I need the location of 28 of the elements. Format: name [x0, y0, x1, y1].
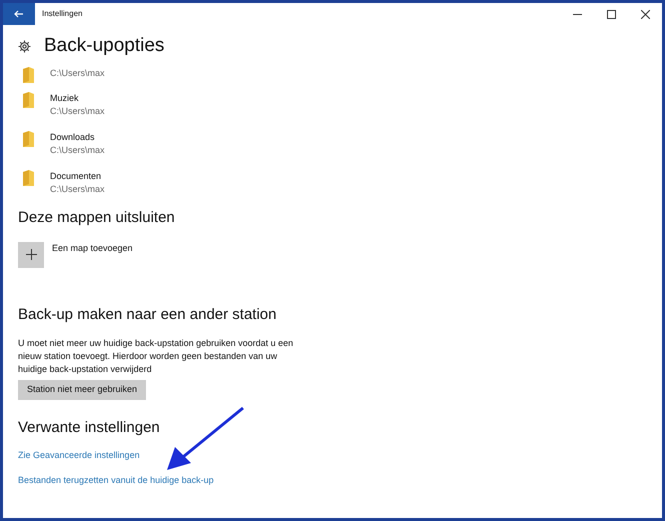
section-heading: Deze mappen uitsluiten	[18, 208, 176, 228]
page-title: Back-upopties	[44, 34, 164, 58]
folder-path: C:\Users\max	[50, 144, 105, 157]
back-button[interactable]	[3, 3, 35, 25]
stop-using-drive-button[interactable]: Station niet meer gebruiken	[18, 380, 146, 400]
folder-path: C:\Users\max	[50, 183, 105, 196]
folder-icon	[23, 67, 34, 83]
close-icon	[640, 10, 650, 18]
folder-icon	[23, 170, 34, 186]
folder-name: Muziek	[50, 92, 80, 105]
folder-name: Documenten	[50, 170, 102, 183]
settings-link[interactable]: Bestanden terugzetten vanuit de huidige back-up	[18, 474, 214, 488]
add-folder-button[interactable]	[18, 242, 44, 268]
folder-path: C:\Users\max	[50, 105, 105, 118]
folder-icon	[23, 131, 34, 147]
folder-name: Downloads	[50, 131, 96, 144]
back-arrow-icon	[14, 10, 24, 18]
add-folder-label: Een map toevoegen	[52, 242, 133, 255]
folder-path: C:\Users\max	[50, 67, 105, 80]
section-heading: Verwante instellingen	[18, 418, 161, 438]
plus-icon	[26, 249, 36, 260]
settings-link[interactable]: Zie Geavanceerde instellingen	[18, 448, 140, 462]
settings-icon	[18, 40, 31, 52]
section-heading: Back-up maken naar een ander station	[18, 304, 278, 324]
window-title: Instellingen	[42, 8, 82, 20]
maximize-icon	[606, 10, 616, 18]
description-text: U moet niet meer uw huidige back-upstation gebruiken voordat u een nieuw station toevoegt. Hierdoor worden geen bestanden van uw huidige back-upstation verwijderd	[18, 337, 294, 376]
folder-icon	[23, 92, 34, 108]
